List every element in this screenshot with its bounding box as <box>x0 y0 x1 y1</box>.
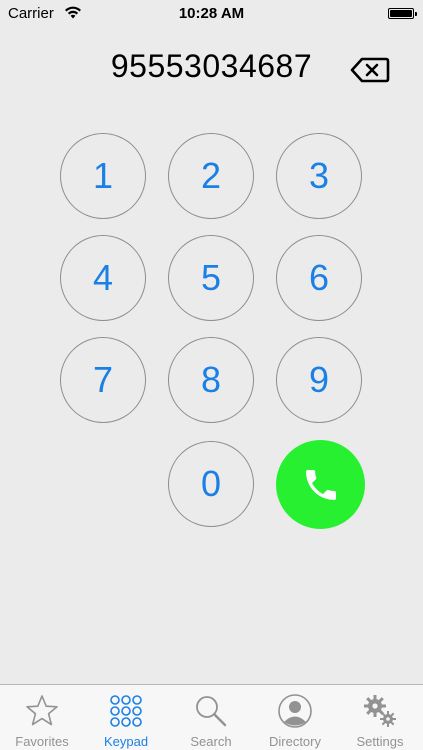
tab-directory-label: Directory <box>268 734 321 749</box>
key-2[interactable]: 2 <box>168 133 254 219</box>
tab-favorites-label: Favorites <box>15 734 69 749</box>
tab-bar: Favorites Keypad Search Directory Settin… <box>0 684 423 750</box>
status-bar: Carrier 10:28 AM <box>0 0 423 28</box>
key-4[interactable]: 4 <box>60 235 146 321</box>
keypad-grid-icon <box>110 695 142 727</box>
tab-settings-label: Settings <box>356 734 404 749</box>
backspace-icon <box>350 57 390 83</box>
key-6[interactable]: 6 <box>276 235 362 321</box>
status-time: 10:28 AM <box>178 5 245 22</box>
key-7[interactable]: 7 <box>60 337 146 423</box>
person-icon <box>278 694 312 728</box>
gear-icon <box>364 695 396 727</box>
tab-search-label: Search <box>190 734 232 749</box>
tab-keypad[interactable]: Keypad <box>84 685 168 750</box>
battery-icon <box>388 8 417 19</box>
key-8[interactable]: 8 <box>168 337 254 423</box>
phone-screen: Carrier 10:28 AM 95553034687 1 2 3 4 5 6… <box>0 0 423 750</box>
star-icon <box>26 695 58 726</box>
key-3[interactable]: 3 <box>276 133 362 219</box>
backspace-button[interactable] <box>349 55 391 85</box>
tab-directory[interactable]: Directory <box>253 685 337 750</box>
call-button[interactable] <box>276 440 365 529</box>
tab-search[interactable]: Search <box>169 685 253 750</box>
tab-keypad-label: Keypad <box>103 734 149 749</box>
key-1[interactable]: 1 <box>60 133 146 219</box>
tab-favorites[interactable]: Favorites <box>0 685 84 750</box>
phone-icon <box>305 469 336 500</box>
search-icon <box>196 696 227 727</box>
key-9[interactable]: 9 <box>276 337 362 423</box>
key-5[interactable]: 5 <box>168 235 254 321</box>
key-0[interactable]: 0 <box>168 441 254 527</box>
tab-settings[interactable]: Settings <box>338 685 422 750</box>
